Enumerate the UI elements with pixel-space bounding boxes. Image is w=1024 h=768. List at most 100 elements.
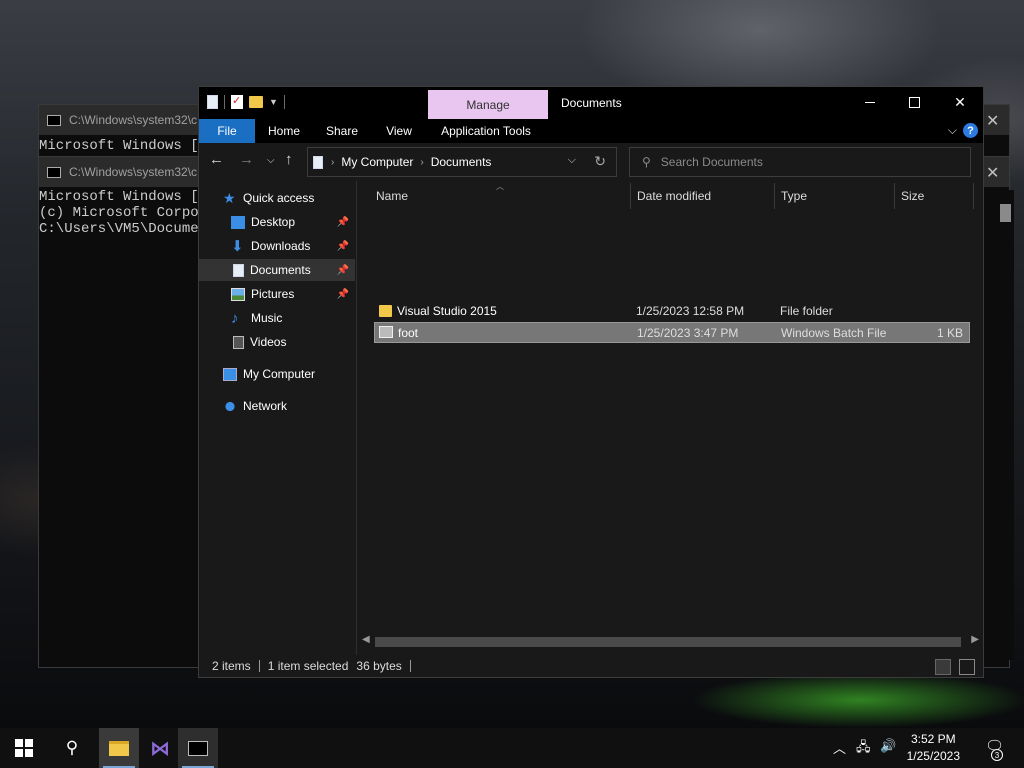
documents-icon — [313, 155, 323, 169]
column-divider[interactable] — [973, 183, 974, 209]
console-title: C:\Windows\system32\c — [69, 113, 198, 127]
tab-application-tools[interactable]: Application Tools — [435, 119, 537, 143]
column-type[interactable]: Type — [781, 189, 807, 203]
properties-icon[interactable] — [207, 95, 218, 109]
file-explorer-window[interactable]: ▼ Manage Documents ✕ File Home Share Vie… — [198, 86, 984, 678]
console-close-icon-front[interactable]: ✕ — [986, 163, 999, 183]
tab-share[interactable]: Share — [317, 119, 367, 143]
file-list[interactable]: ︿ Name Date modified Type Size Visual St… — [358, 181, 983, 655]
taskbar-visual-studio[interactable]: ⋈ — [140, 728, 180, 768]
chevron-right-icon[interactable]: › — [331, 157, 334, 168]
pin-icon[interactable]: 📌 — [337, 241, 349, 252]
column-divider[interactable] — [774, 183, 775, 209]
maximize-button[interactable] — [891, 87, 937, 117]
tab-file[interactable]: File — [199, 119, 255, 143]
tab-view[interactable]: View — [375, 119, 423, 143]
toolbar-divider — [224, 95, 225, 109]
nav-label: Desktop — [251, 215, 296, 229]
search-input[interactable] — [660, 155, 941, 169]
status-divider — [409, 660, 411, 672]
status-bar: 2 items 1 item selected 36 bytes — [199, 655, 983, 677]
column-headers: ︿ Name Date modified Type Size — [358, 181, 983, 211]
column-divider[interactable] — [894, 183, 895, 209]
scroll-thumb[interactable] — [375, 637, 961, 647]
console-scrollbar[interactable] — [997, 190, 1014, 660]
taskbar-search-button[interactable]: ⚲ — [52, 728, 92, 768]
column-name[interactable]: Name — [376, 189, 408, 203]
up-icon[interactable]: ↑ — [285, 151, 293, 168]
chevron-right-icon[interactable]: › — [420, 157, 423, 168]
search-box[interactable]: ⚲ — [629, 147, 971, 177]
console-scroll-thumb[interactable] — [1000, 204, 1011, 222]
pin-icon[interactable]: 📌 — [337, 217, 349, 228]
volume-icon[interactable]: 🔊 — [880, 738, 896, 754]
file-type: File folder — [780, 304, 833, 318]
system-clock[interactable]: 3:52 PM 1/25/2023 — [907, 731, 960, 765]
recent-locations-icon[interactable]: ⌵ — [267, 155, 275, 166]
network-status-icon[interactable]: 🖧 — [856, 738, 871, 760]
checkmark-icon[interactable] — [231, 94, 243, 109]
taskbar-file-explorer[interactable] — [99, 728, 139, 768]
column-size[interactable]: Size — [901, 189, 924, 203]
address-bar[interactable]: › My Computer › Documents ⌵ ↻ — [307, 147, 617, 177]
column-divider[interactable] — [630, 183, 631, 209]
breadcrumb-documents[interactable]: Documents — [431, 155, 492, 169]
horizontal-scrollbar[interactable]: ◀ ▶ — [358, 633, 983, 650]
minimize-button[interactable] — [847, 87, 893, 117]
chevron-down-icon[interactable]: ⌵ — [568, 154, 576, 167]
console-close-icon-back[interactable]: ✕ — [986, 111, 999, 131]
pin-icon[interactable]: 📌 — [337, 289, 349, 300]
help-icon[interactable]: ? — [963, 123, 978, 138]
expand-ribbon-icon[interactable]: ⌵ — [948, 123, 957, 138]
file-name: Visual Studio 2015 — [397, 304, 497, 318]
back-icon[interactable]: ← — [209, 151, 224, 168]
nav-downloads[interactable]: ⬇ Downloads 📌 — [199, 235, 355, 257]
nav-documents[interactable]: Documents 📌 — [199, 259, 355, 281]
desktop-icon — [231, 215, 245, 229]
manage-context-tab[interactable]: Manage — [428, 90, 548, 119]
pin-icon[interactable]: 📌 — [337, 265, 349, 276]
refresh-icon[interactable]: ↻ — [594, 153, 606, 170]
pictures-icon — [231, 287, 245, 301]
nav-quick-access[interactable]: ★ Quick access — [223, 187, 353, 209]
customize-toolbar-icon[interactable]: ▼ — [269, 97, 278, 107]
large-icons-view-icon[interactable] — [959, 659, 975, 675]
selection-size: 36 bytes — [356, 659, 402, 673]
explorer-titlebar[interactable]: ▼ Manage Documents ✕ — [199, 87, 983, 119]
start-button[interactable] — [4, 728, 44, 768]
navigation-bar: ← → ⌵ ↑ › My Computer › Documents ⌵ ↻ ⚲ — [199, 143, 983, 181]
file-date: 1/25/2023 12:58 PM — [636, 304, 745, 318]
new-folder-icon[interactable] — [249, 96, 263, 108]
nav-network[interactable]: Network — [223, 395, 353, 417]
ribbon-tabs: File Home Share View Application Tools ⌵… — [199, 119, 983, 143]
navigation-pane: ★ Quick access Desktop 📌 ⬇ Downloads 📌 D… — [199, 181, 357, 655]
file-row-foot[interactable]: foot 1/25/2023 3:47 PM Windows Batch Fil… — [374, 322, 970, 343]
details-view-icon[interactable] — [935, 659, 951, 675]
close-button[interactable]: ✕ — [937, 87, 983, 117]
forward-icon[interactable]: → — [239, 151, 254, 168]
nav-music[interactable]: ♪ Music — [199, 307, 355, 329]
nav-label: Pictures — [251, 287, 295, 301]
music-icon: ♪ — [231, 309, 239, 327]
column-date-modified[interactable]: Date modified — [637, 189, 711, 203]
file-row-folder[interactable]: Visual Studio 2015 1/25/2023 12:58 PM Fi… — [374, 301, 970, 322]
nav-desktop[interactable]: Desktop 📌 — [199, 211, 355, 233]
tab-home[interactable]: Home — [259, 119, 309, 143]
toolbar-divider — [283, 95, 285, 109]
windows-logo-icon — [15, 739, 33, 757]
sort-ascending-icon: ︿ — [496, 182, 504, 191]
scroll-left-icon[interactable]: ◀ — [362, 634, 370, 645]
folder-icon — [379, 305, 392, 317]
breadcrumb-my-computer[interactable]: My Computer — [341, 155, 413, 169]
nav-my-computer[interactable]: My Computer — [223, 363, 353, 385]
command-prompt-icon — [188, 740, 208, 756]
scroll-right-icon[interactable]: ▶ — [971, 634, 979, 645]
star-icon: ★ — [223, 189, 236, 206]
nav-videos[interactable]: Videos — [199, 331, 355, 353]
nav-label: Downloads — [251, 239, 311, 253]
nav-label: Quick access — [243, 191, 315, 205]
show-hidden-icons-icon[interactable]: ︿ — [833, 738, 846, 757]
nav-pictures[interactable]: Pictures 📌 — [199, 283, 355, 305]
file-date: 1/25/2023 3:47 PM — [637, 326, 739, 340]
taskbar-command-prompt[interactable] — [178, 728, 218, 768]
